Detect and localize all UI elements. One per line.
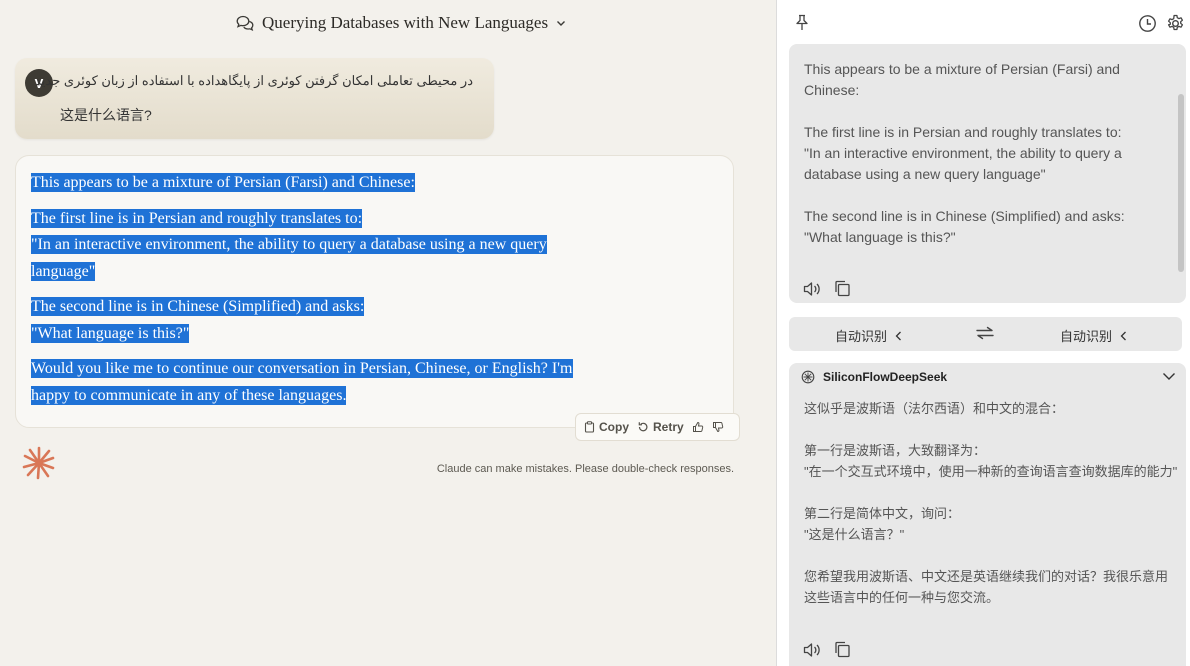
assistant-message: This appears to be a mixture of Persian … bbox=[15, 155, 734, 428]
clipboard-icon bbox=[584, 421, 595, 433]
speaker-icon[interactable] bbox=[803, 280, 822, 297]
retry-button[interactable]: Retry bbox=[637, 420, 684, 434]
chat-bubbles-icon bbox=[236, 15, 254, 31]
history-icon[interactable] bbox=[1138, 14, 1157, 33]
language-selector-bar: 自动识别 自动识别 bbox=[789, 317, 1182, 351]
response-line: happy to communicate in any of these lan… bbox=[31, 385, 347, 405]
pin-icon[interactable] bbox=[794, 14, 810, 32]
response-line: "In an interactive environment, the abil… bbox=[31, 235, 547, 254]
target-language-label: 自动识别 bbox=[1060, 329, 1113, 344]
source-language-label: 自动识别 bbox=[835, 329, 888, 344]
thumbs-down-icon[interactable] bbox=[712, 421, 724, 433]
response-line: The second line is in Chinese (Simplifie… bbox=[31, 297, 365, 316]
speaker-icon[interactable] bbox=[803, 641, 822, 658]
gear-icon[interactable] bbox=[1166, 14, 1185, 33]
response-line: "What language is this?" bbox=[31, 323, 190, 343]
translation-text[interactable]: 这似乎是波斯语（法尔西语）和中文的混合： 第一行是波斯语，大致翻译为： "在一个… bbox=[804, 398, 1179, 608]
user-message-persian: در محیطی تعاملی امکان گرفتن کوئری از پای… bbox=[34, 73, 473, 88]
engine-name: SiliconFlowDeepSeek bbox=[823, 370, 948, 384]
response-paragraph-1: This appears to be a mixture of Persian … bbox=[31, 173, 415, 192]
copy-icon[interactable] bbox=[834, 641, 851, 658]
response-line: The first line is in Persian and roughly… bbox=[31, 208, 363, 228]
chevron-left-icon bbox=[895, 331, 902, 341]
translation-card-actions bbox=[803, 641, 851, 658]
copy-label: Copy bbox=[599, 420, 629, 434]
swap-languages-icon[interactable] bbox=[975, 326, 995, 340]
disclaimer-text: Claude can make mistakes. Please double-… bbox=[436, 463, 734, 475]
retry-label: Retry bbox=[653, 420, 684, 434]
assistant-message-text: This appears to be a mixture of Persian … bbox=[31, 170, 631, 418]
chat-area: Querying Databases with New Languages V … bbox=[0, 0, 776, 666]
chevron-left-icon bbox=[1120, 331, 1127, 341]
source-card-actions bbox=[803, 280, 851, 297]
chat-title-dropdown[interactable]: Querying Databases with New Languages bbox=[236, 12, 566, 34]
user-message: V در محیطی تعاملی امکان گرفتن کوئری از پ… bbox=[15, 58, 494, 139]
thumbs-up-icon[interactable] bbox=[692, 421, 704, 433]
translator-panel: This appears to be a mixture of Persian … bbox=[776, 0, 1190, 666]
chevron-down-icon[interactable] bbox=[1162, 372, 1176, 381]
source-text[interactable]: This appears to be a mixture of Persian … bbox=[804, 59, 1164, 248]
user-message-chinese: 这是什么语言? bbox=[60, 107, 152, 123]
source-language-select[interactable]: 自动识别 bbox=[835, 326, 902, 345]
retry-icon bbox=[637, 421, 649, 433]
response-line: language" bbox=[31, 261, 96, 281]
translation-result-card: SiliconFlowDeepSeek 这似乎是波斯语（法尔西语）和中文的混合：… bbox=[789, 363, 1186, 666]
target-language-select[interactable]: 自动识别 bbox=[1060, 326, 1127, 345]
chat-title: Querying Databases with New Languages bbox=[262, 13, 549, 32]
response-line: Would you like me to continue our conver… bbox=[31, 359, 573, 378]
copy-icon[interactable] bbox=[834, 280, 851, 297]
engine-header[interactable]: SiliconFlowDeepSeek bbox=[801, 370, 947, 384]
copy-button[interactable]: Copy bbox=[584, 420, 629, 434]
claude-logo-icon bbox=[22, 446, 56, 480]
engine-logo-icon bbox=[801, 370, 815, 384]
scrollbar[interactable] bbox=[1178, 94, 1184, 272]
chevron-down-icon bbox=[556, 19, 566, 27]
message-actions: Copy Retry bbox=[575, 413, 740, 441]
source-text-card[interactable]: This appears to be a mixture of Persian … bbox=[789, 44, 1186, 303]
